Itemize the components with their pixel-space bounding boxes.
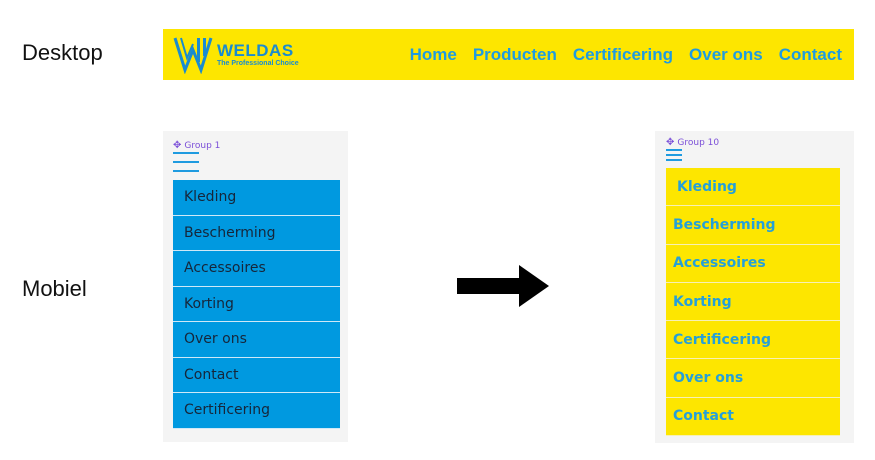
menu-item-accessoires[interactable]: Accessoires [173, 251, 340, 287]
group-label-after: ✥ Group 10 [666, 137, 719, 148]
menu-item-accessoires[interactable]: Accessoires [666, 244, 840, 283]
mobile-menu-before: Kleding Bescherming Accessoires Korting … [173, 180, 340, 429]
menu-item-over-ons[interactable]: Over ons [173, 322, 340, 358]
menu-item-korting[interactable]: Korting [173, 286, 340, 322]
hamburger-icon[interactable] [666, 149, 682, 164]
mobile-frame-before: ✥ Group 1 Kleding Bescherming Accessoire… [163, 131, 348, 442]
menu-item-certificering[interactable]: Certificering [666, 321, 840, 360]
mobile-label: Mobiel [22, 276, 87, 301]
menu-item-bescherming[interactable]: Bescherming [173, 215, 340, 251]
menu-item-kleding[interactable]: Kleding [173, 180, 340, 216]
nav-link-home[interactable]: Home [410, 45, 457, 65]
nav-link-producten[interactable]: Producten [473, 45, 557, 65]
desktop-label: Desktop [22, 40, 103, 65]
menu-item-certificering[interactable]: Certificering [173, 393, 340, 429]
brand-name: WELDAS [217, 41, 294, 60]
menu-item-over-ons[interactable]: Over ons [666, 359, 840, 398]
group-label-before: ✥ Group 1 [173, 140, 220, 151]
hamburger-icon[interactable] [173, 152, 199, 179]
desktop-nav-links: Home Producten Certificering Over ons Co… [394, 29, 842, 80]
nav-link-certificering[interactable]: Certificering [573, 45, 673, 65]
group-label-text: Group 10 [677, 137, 720, 148]
mobile-menu-after: Kleding Bescherming Accessoires Korting … [666, 168, 840, 437]
mobile-frame-after: ✥ Group 10 Kleding Bescherming Accessoir… [655, 131, 854, 443]
menu-item-bescherming[interactable]: Bescherming [666, 206, 840, 245]
menu-item-korting[interactable]: Korting [666, 282, 840, 322]
desktop-navbar: WELDAS The Professional Choice Home Prod… [163, 29, 854, 80]
nav-link-contact[interactable]: Contact [779, 45, 842, 65]
brand-tagline: The Professional Choice [217, 60, 299, 67]
nav-link-over-ons[interactable]: Over ons [689, 45, 763, 65]
group-label-text: Group 1 [184, 140, 221, 151]
menu-item-contact[interactable]: Contact [666, 397, 840, 437]
menu-item-kleding[interactable]: Kleding [666, 168, 840, 207]
component-icon: ✥ [173, 140, 182, 151]
menu-item-contact[interactable]: Contact [173, 357, 340, 393]
arrow-right-icon [457, 265, 549, 307]
component-icon: ✥ [666, 137, 675, 148]
weldas-logo-icon [173, 37, 213, 74]
logo[interactable]: WELDAS The Professional Choice [173, 36, 299, 74]
